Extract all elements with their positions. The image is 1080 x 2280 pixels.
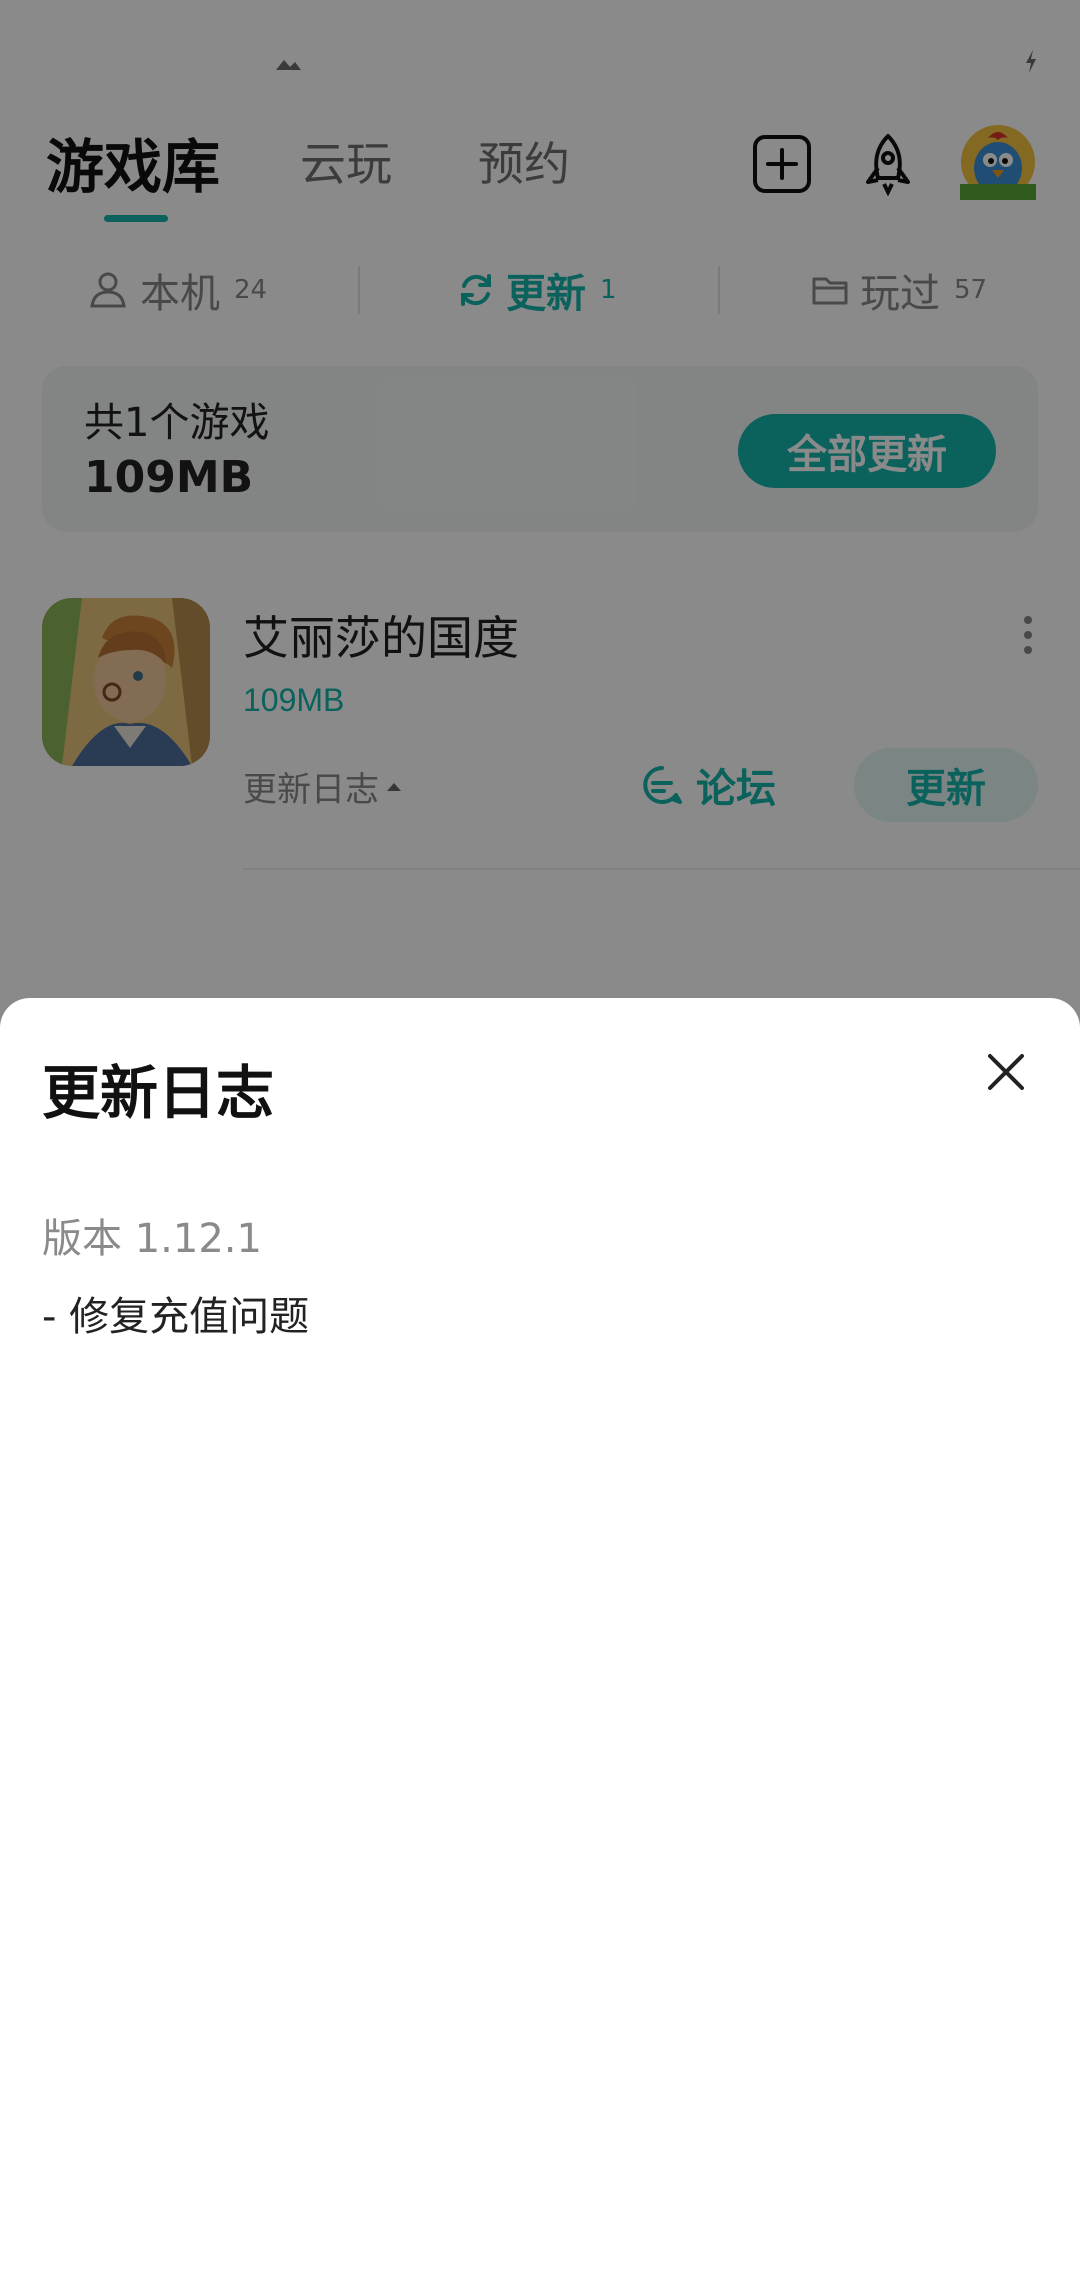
changelog-bottom-sheet: 更新日志 版本 1.12.1 - 修复充值问题 xyxy=(0,998,1080,2280)
version-label: 版本 1.12.1 xyxy=(42,1216,262,1262)
changelog-note: - 修复充值问题 xyxy=(42,1294,310,1340)
sheet-title: 更新日志 xyxy=(42,1059,275,1127)
close-icon[interactable] xyxy=(982,1048,1030,1096)
